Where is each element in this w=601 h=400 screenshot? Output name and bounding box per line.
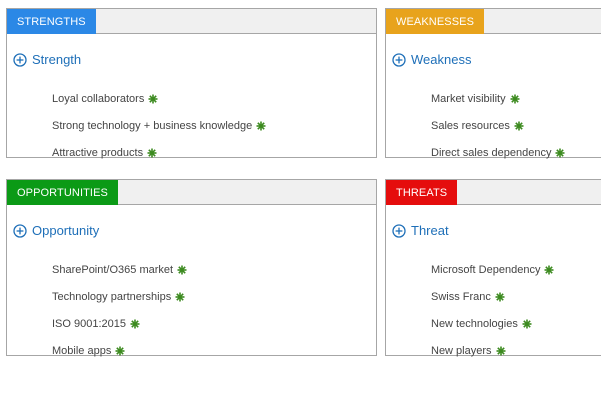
- strengths-header: STRENGTHS: [7, 9, 376, 34]
- list-item[interactable]: New technologies: [431, 310, 554, 337]
- plus-circle-icon: [392, 52, 406, 67]
- list-item[interactable]: Swiss Franc: [431, 283, 554, 310]
- threats-tab[interactable]: THREATS: [386, 180, 458, 205]
- asterisk-icon[interactable]: [495, 292, 505, 302]
- swot-board: STRENGTHS Strength Loyal collaborators S…: [0, 0, 601, 400]
- add-opportunity-label: Opportunity: [32, 223, 100, 238]
- strengths-panel: STRENGTHS Strength Loyal collaborators S…: [6, 8, 377, 159]
- item-text: New players: [431, 344, 492, 357]
- plus-circle-icon: [13, 52, 27, 67]
- add-weakness-label: Weakness: [411, 52, 472, 67]
- asterisk-icon[interactable]: [175, 292, 185, 302]
- item-text: Loyal collaborators: [52, 92, 145, 105]
- weaknesses-header: WEAKNESSES: [386, 9, 601, 34]
- list-item[interactable]: Strong technology + business knowledge: [52, 112, 266, 139]
- asterisk-icon[interactable]: [555, 148, 565, 158]
- list-item[interactable]: Loyal collaborators: [52, 85, 266, 112]
- plus-circle-icon: [392, 223, 406, 238]
- asterisk-icon[interactable]: [510, 94, 520, 104]
- list-item[interactable]: Direct sales dependency: [431, 139, 565, 166]
- add-strength-label: Strength: [32, 52, 82, 67]
- asterisk-icon[interactable]: [496, 346, 506, 356]
- add-opportunity-button[interactable]: Opportunity: [13, 223, 99, 238]
- item-text: Mobile apps: [52, 344, 112, 357]
- list-item[interactable]: Technology partnerships: [52, 283, 187, 310]
- asterisk-icon[interactable]: [256, 121, 266, 131]
- item-text: Swiss Franc: [431, 290, 491, 303]
- list-item[interactable]: New players: [431, 337, 554, 364]
- list-item[interactable]: Market visibility: [431, 85, 565, 112]
- add-weakness-button[interactable]: Weakness: [392, 52, 471, 67]
- opportunities-header: OPPORTUNITIES: [7, 180, 376, 205]
- asterisk-icon[interactable]: [130, 319, 140, 329]
- item-text: Strong technology + business knowledge: [52, 119, 253, 132]
- item-text: ISO 9001:2015: [52, 317, 127, 330]
- weaknesses-panel: WEAKNESSES Weakness Market visibility Sa…: [385, 8, 601, 159]
- add-threat-button[interactable]: Threat: [392, 223, 449, 238]
- asterisk-icon[interactable]: [544, 265, 554, 275]
- asterisk-icon[interactable]: [148, 94, 158, 104]
- add-threat-label: Threat: [411, 223, 449, 238]
- asterisk-icon[interactable]: [147, 148, 157, 158]
- item-text: Microsoft Dependency: [431, 263, 541, 276]
- weaknesses-tab[interactable]: WEAKNESSES: [386, 9, 485, 34]
- item-text: Attractive products: [52, 146, 144, 159]
- asterisk-icon[interactable]: [177, 265, 187, 275]
- item-text: Market visibility: [431, 92, 506, 105]
- asterisk-icon[interactable]: [522, 319, 532, 329]
- list-item[interactable]: SharePoint/O365 market: [52, 256, 187, 283]
- asterisk-icon[interactable]: [115, 346, 125, 356]
- list-item[interactable]: Attractive products: [52, 139, 266, 166]
- opportunities-panel: OPPORTUNITIES Opportunity SharePoint/O36…: [6, 179, 377, 357]
- item-text: Sales resources: [431, 119, 510, 132]
- opportunities-tab[interactable]: OPPORTUNITIES: [7, 180, 118, 205]
- weaknesses-list: Market visibility Sales resources Direct…: [431, 85, 565, 166]
- list-item[interactable]: Sales resources: [431, 112, 565, 139]
- opportunities-list: SharePoint/O365 market Technology partne…: [52, 256, 187, 364]
- list-item[interactable]: Microsoft Dependency: [431, 256, 554, 283]
- asterisk-icon[interactable]: [514, 121, 524, 131]
- item-text: Technology partnerships: [52, 290, 172, 303]
- item-text: New technologies: [431, 317, 518, 330]
- item-text: Direct sales dependency: [431, 146, 552, 159]
- strengths-tab[interactable]: STRENGTHS: [7, 9, 96, 34]
- add-strength-button[interactable]: Strength: [13, 52, 81, 67]
- list-item[interactable]: ISO 9001:2015: [52, 310, 187, 337]
- plus-circle-icon: [13, 223, 27, 238]
- threats-header: THREATS: [386, 180, 601, 205]
- item-text: SharePoint/O365 market: [52, 263, 174, 276]
- strengths-list: Loyal collaborators Strong technology + …: [52, 85, 266, 166]
- threats-panel: THREATS Threat Microsoft Dependency Swis…: [385, 179, 601, 357]
- threats-list: Microsoft Dependency Swiss Franc New tec…: [431, 256, 554, 364]
- list-item[interactable]: Mobile apps: [52, 337, 187, 364]
